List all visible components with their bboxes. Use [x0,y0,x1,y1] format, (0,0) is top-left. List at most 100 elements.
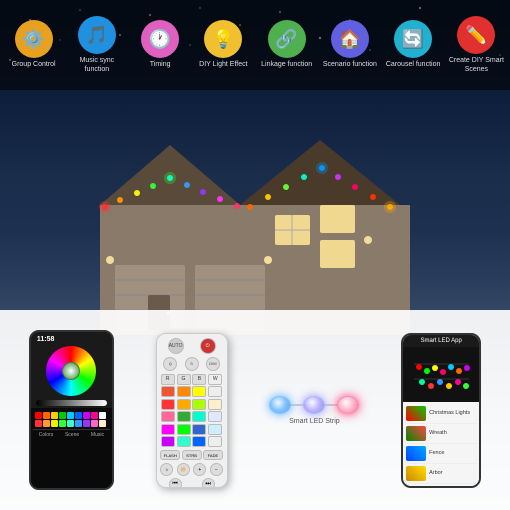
btn-b[interactable]: B [192,374,206,385]
scene-item-christmas[interactable]: Christmas Lights [405,404,477,424]
swatch-red2 [35,420,42,427]
nav-scene: Scene [65,432,79,438]
power-button[interactable]: ⏻ [200,338,216,354]
color-wheel [46,346,96,396]
scene-icon-wreath [406,426,426,441]
btn-cream[interactable] [208,399,222,410]
auto-button[interactable]: AUTO [168,338,184,354]
btn-green2[interactable] [177,424,191,435]
sym-btn-3[interactable]: + [193,463,206,476]
group-control-icon: ⚙️ [15,20,53,58]
led-bulb-multi [303,396,325,414]
led-bulb-pink [337,396,359,414]
btn-green1[interactable] [177,411,191,422]
remote-button-grid: R G B W [160,373,224,449]
btn-magenta[interactable] [161,424,175,435]
swatch-yellow [51,412,58,419]
app-phone-left: 11:58 [29,330,114,490]
nav-music: Music [91,432,104,438]
btn-teal[interactable] [192,411,206,422]
sym-btn-4[interactable]: − [210,463,223,476]
swatch-violet [83,420,90,427]
scene-item-wreath[interactable]: Wreath [405,424,477,444]
phone-bottom-nav: Colors Scene Music [33,429,110,440]
app-header: Smart LED App [403,335,479,347]
btn-g[interactable]: G [177,374,191,385]
swatch-orange [43,412,50,419]
main-container: ⚙️ Group Control 🎵 Music sync function 🕐… [0,0,510,510]
sym-btn-5[interactable]: ⏮ [169,478,182,488]
remote-control: AUTO ⏻ Q S DIM R G B W [156,333,228,488]
btn-yellow1[interactable] [192,386,206,397]
swatch-cream [99,420,106,427]
btn-white1[interactable] [208,386,222,397]
scenario-label: Scenario function [323,61,377,69]
phone-controls: Colors Scene Music [31,408,112,488]
app-phone-right: Smart LED App [401,333,481,488]
sym-btn-2[interactable]: 🔆 [177,463,190,476]
phone-time: 11:58 [37,336,55,343]
led-strip-row [269,396,359,414]
btn-violet[interactable] [161,436,175,447]
btn-red2[interactable] [161,399,175,410]
btn-red1[interactable] [161,386,175,397]
swatch-green [59,412,66,419]
btn-lightblue[interactable] [208,411,222,422]
btn-lime[interactable] [192,399,206,410]
strobe-button[interactable]: STRB [182,450,202,460]
scenario-icon: 🏠 [331,20,369,58]
btn-orange1[interactable] [177,386,191,397]
scene-item-string[interactable]: String lights [405,484,477,486]
carousel-icon: 🔄 [394,20,432,58]
sym-btn-1[interactable]: ☼ [160,463,173,476]
music-sync-icon: 🎵 [78,16,116,54]
led-bulb-blue [269,396,291,414]
fade-button[interactable]: FADE [203,450,223,460]
quick-button[interactable]: Q [163,357,177,371]
phone-left-screen: 11:58 [31,332,112,488]
swatch-cyan [67,412,74,419]
scene-item-arbor[interactable]: Arbor [405,464,477,484]
timing-item: 🕐 Timing [130,20,190,69]
led-bulbs-container [269,396,359,414]
swatch-orange2 [43,420,50,427]
btn-blue1[interactable] [192,424,206,435]
create-diy-icon: ✏️ [457,16,495,54]
sym-btn-6[interactable]: ⏭ [202,478,215,488]
btn-seafoam[interactable] [177,436,191,447]
flash-button[interactable]: FLASH [160,450,180,460]
swatch-green2 [59,420,66,427]
btn-blue2[interactable] [192,436,206,447]
group-control-item: ⚙️ Group Control [4,20,64,69]
btn-r[interactable]: R [161,374,175,385]
btn-pink[interactable] [161,411,175,422]
dim-button[interactable]: DIM [206,357,220,371]
scene-list: Christmas Lights Wreath Fence Arbor [403,402,479,486]
scene-icon-arbor [406,466,426,481]
scene-icon-fence [406,446,426,461]
swatch-yellow2 [51,420,58,427]
remote-top-row: AUTO ⏻ [160,338,224,354]
slow-button[interactable]: S [185,357,199,371]
scene-item-fence[interactable]: Fence [405,444,477,464]
btn-white2[interactable] [208,436,222,447]
swatch-teal [67,420,74,427]
btn-lightcyan[interactable] [208,424,222,435]
carousel-label: Carousel function [386,61,440,69]
create-diy-label: Create DIY Smart Scenes [446,57,506,74]
carousel-item: 🔄 Carousel function [383,20,443,69]
diy-light-icon: 💡 [204,20,242,58]
house-image [40,85,470,335]
linkage-item: 🔗 Linkage function [257,20,317,69]
phone-right-screen: Smart LED App [403,335,479,486]
music-sync-item: 🎵 Music sync function [67,16,127,74]
nav-colors: Colors [39,432,53,438]
swatch-red [35,412,42,419]
btn-w[interactable]: W [208,374,222,385]
btn-amber[interactable] [177,399,191,410]
diy-light-item: 💡 DIY Light Effect [193,20,253,69]
mode-buttons-row: Q S DIM [160,357,224,371]
symbol-buttons-row: ☼ 🔆 + − ⏮ ⏭ [160,463,224,488]
scene-svg [409,349,474,399]
linkage-icon: 🔗 [268,20,306,58]
